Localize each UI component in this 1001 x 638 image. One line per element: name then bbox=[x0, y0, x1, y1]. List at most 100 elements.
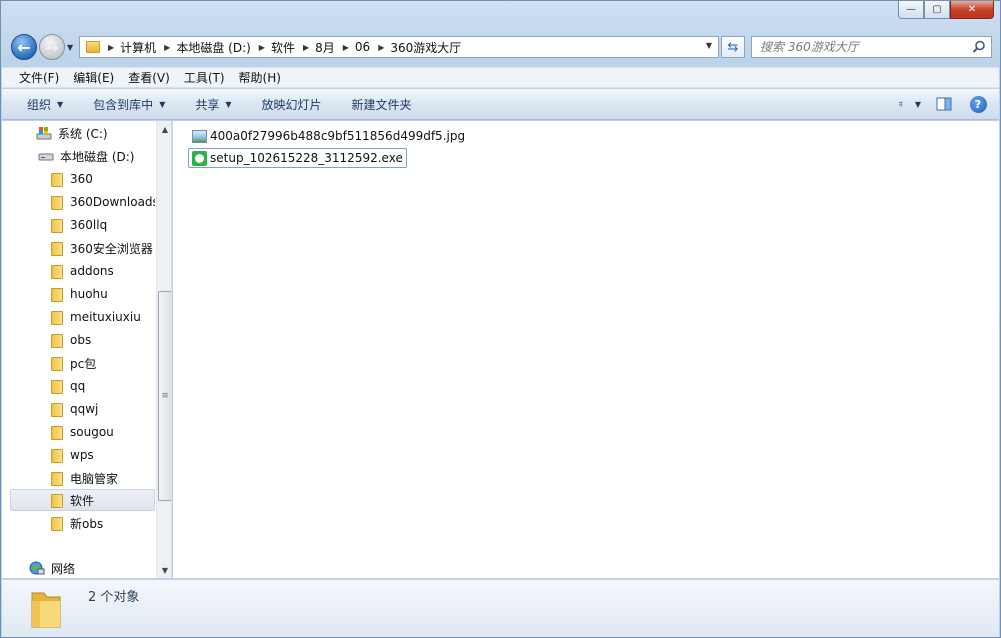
tree-folder[interactable]: qq bbox=[2, 375, 155, 397]
tree-folder[interactable]: 360Downloads bbox=[2, 191, 155, 213]
back-button[interactable]: ← bbox=[11, 34, 37, 60]
minimize-button[interactable]: — bbox=[898, 1, 924, 19]
breadcrumb-drive-d[interactable]: 本地磁盘 (D:) bbox=[176, 39, 250, 56]
exe-file-icon bbox=[192, 150, 207, 166]
details-pane: 2 个对象 bbox=[2, 579, 999, 637]
breadcrumb-arrow-icon[interactable]: ▶ bbox=[343, 43, 349, 52]
breadcrumb-arrow-icon[interactable]: ▶ bbox=[259, 43, 265, 52]
address-bar[interactable]: ▶ 计算机 ▶ 本地磁盘 (D:) ▶ 软件 ▶ 8月 ▶ 06 ▶ 360游戏… bbox=[79, 36, 719, 58]
navigation-pane: 系统 (C:) 本地磁盘 (D:) 360 360Downloads 360ll… bbox=[2, 121, 172, 578]
menu-help[interactable]: 帮助(H) bbox=[239, 69, 281, 86]
include-in-library-button[interactable]: 包含到库中 ▼ bbox=[93, 96, 165, 113]
scroll-thumb[interactable]: ≡ bbox=[158, 291, 171, 501]
back-arrow-icon: ← bbox=[17, 37, 31, 57]
tree-folder[interactable]: obs bbox=[2, 329, 155, 351]
tree-item-network[interactable]: 网络 bbox=[2, 557, 155, 578]
menu-tools[interactable]: 工具(T) bbox=[184, 69, 225, 86]
tree-item-label: wps bbox=[70, 448, 94, 462]
view-options-button[interactable]: ▼ bbox=[899, 94, 921, 114]
tree-folder-selected[interactable]: 软件 bbox=[10, 489, 155, 511]
explorer-window: — ▢ ✕ ← → ▼ ▶ 计算机 ▶ 本地磁盘 (D:) ▶ 软件 ▶ 8月 … bbox=[0, 0, 1001, 638]
tree-item-label: 360安全浏览器 bbox=[70, 241, 153, 256]
menu-view[interactable]: 查看(V) bbox=[128, 69, 170, 86]
tree-folder[interactable]: pc包 bbox=[2, 352, 155, 374]
breadcrumb-computer[interactable]: 计算机 bbox=[120, 39, 156, 56]
breadcrumb-arrow-icon[interactable]: ▶ bbox=[108, 43, 114, 52]
tree-folder[interactable]: 360llq bbox=[2, 214, 155, 236]
file-item-jpg[interactable]: 400a0f27996b488c9bf511856d499df5.jpg bbox=[189, 126, 468, 146]
folder-icon bbox=[50, 516, 64, 531]
slideshow-label: 放映幻灯片 bbox=[261, 97, 322, 112]
folder-icon bbox=[50, 493, 64, 508]
preview-pane-button[interactable] bbox=[933, 94, 955, 114]
breadcrumb-software[interactable]: 软件 bbox=[271, 39, 295, 56]
nav-scrollbar[interactable]: ▲ ≡ ▼ bbox=[156, 121, 171, 578]
tree-folder[interactable]: 360 bbox=[2, 168, 155, 190]
folder-icon bbox=[50, 264, 64, 279]
tree-item-label: 360Downloads bbox=[70, 195, 155, 209]
tree-item-label: 网络 bbox=[51, 561, 76, 576]
file-name: 400a0f27996b488c9bf511856d499df5.jpg bbox=[210, 129, 466, 143]
command-bar: 组织 ▼ 包含到库中 ▼ 共享 ▼ 放映幻灯片 新建文件夹 ▼ ? bbox=[2, 89, 999, 120]
tree-item-label: 360 bbox=[70, 172, 93, 186]
folder-icon bbox=[50, 448, 64, 463]
tree-folder[interactable]: addons bbox=[2, 260, 155, 282]
new-folder-button[interactable]: 新建文件夹 bbox=[352, 96, 412, 113]
file-item-exe[interactable]: setup_102615228_3112592.exe bbox=[188, 148, 407, 168]
tree-item-label: obs bbox=[70, 333, 92, 347]
tree-item-label: 本地磁盘 (D:) bbox=[60, 149, 135, 164]
tree-item-label: sougou bbox=[70, 425, 114, 439]
file-list-area[interactable]: 400a0f27996b488c9bf511856d499df5.jpg set… bbox=[173, 121, 999, 578]
organize-button[interactable]: 组织 ▼ bbox=[27, 96, 63, 113]
share-button[interactable]: 共享 ▼ bbox=[195, 96, 231, 113]
breadcrumb-arrow-icon[interactable]: ▶ bbox=[164, 43, 170, 52]
chevron-down-icon: ▼ bbox=[225, 99, 232, 109]
folder-icon bbox=[50, 195, 64, 210]
tree-folder[interactable]: sougou bbox=[2, 421, 155, 443]
folder-icon bbox=[50, 287, 64, 302]
network-icon bbox=[29, 561, 45, 575]
maximize-button[interactable]: ▢ bbox=[924, 1, 950, 19]
address-dropdown-icon[interactable]: ▼ bbox=[706, 41, 712, 50]
tree-item-label: 360llq bbox=[70, 218, 108, 232]
tree-item-drive-c[interactable]: 系统 (C:) bbox=[2, 122, 155, 144]
folder-icon bbox=[50, 333, 64, 348]
caption-buttons: — ▢ ✕ bbox=[898, 1, 994, 19]
scroll-down-arrow-icon[interactable]: ▼ bbox=[157, 562, 171, 578]
breadcrumb-current-folder[interactable]: 360游戏大厅 bbox=[390, 39, 461, 56]
tree-folder[interactable]: qqwj bbox=[2, 398, 155, 420]
close-button[interactable]: ✕ bbox=[950, 1, 994, 19]
tree-folder[interactable]: huohu bbox=[2, 283, 155, 305]
help-button[interactable]: ? bbox=[967, 94, 989, 114]
scroll-up-arrow-icon[interactable]: ▲ bbox=[157, 121, 171, 137]
menu-file[interactable]: 文件(F) bbox=[19, 69, 59, 86]
tree-folder[interactable]: meituxiuxiu bbox=[2, 306, 155, 328]
folder-icon bbox=[50, 356, 64, 371]
view-grid-icon bbox=[899, 101, 903, 107]
breadcrumb-arrow-icon[interactable]: ▶ bbox=[303, 43, 309, 52]
forward-button[interactable]: → bbox=[39, 34, 65, 60]
system-drive-icon bbox=[36, 127, 52, 140]
refresh-button[interactable]: ⇆ bbox=[721, 36, 745, 58]
search-icon[interactable] bbox=[972, 40, 986, 54]
image-file-icon bbox=[192, 129, 207, 143]
chevron-down-icon: ▼ bbox=[57, 99, 64, 109]
search-input[interactable] bbox=[760, 40, 960, 54]
tree-folder[interactable]: 新obs bbox=[2, 512, 155, 534]
tree-folder[interactable]: 360安全浏览器 bbox=[2, 237, 155, 259]
tree-item-label: addons bbox=[70, 264, 114, 278]
breadcrumb-arrow-icon[interactable]: ▶ bbox=[378, 43, 384, 52]
search-box[interactable] bbox=[751, 36, 992, 58]
menu-edit[interactable]: 编辑(E) bbox=[73, 69, 114, 86]
slideshow-button[interactable]: 放映幻灯片 bbox=[262, 96, 322, 113]
include-in-library-label: 包含到库中 bbox=[93, 97, 154, 112]
tree-folder[interactable]: wps bbox=[2, 444, 155, 466]
tree-folder[interactable]: 电脑管家 bbox=[2, 467, 155, 489]
recent-pages-dropdown-icon[interactable]: ▼ bbox=[67, 43, 73, 52]
tree-item-drive-d[interactable]: 本地磁盘 (D:) bbox=[2, 145, 155, 167]
menu-bar: 文件(F) 编辑(E) 查看(V) 工具(T) 帮助(H) bbox=[2, 67, 999, 88]
breadcrumb-06[interactable]: 06 bbox=[355, 40, 370, 54]
file-name: setup_102615228_3112592.exe bbox=[210, 151, 403, 165]
tree-item-label: 新obs bbox=[70, 516, 104, 531]
breadcrumb-august[interactable]: 8月 bbox=[315, 39, 335, 56]
